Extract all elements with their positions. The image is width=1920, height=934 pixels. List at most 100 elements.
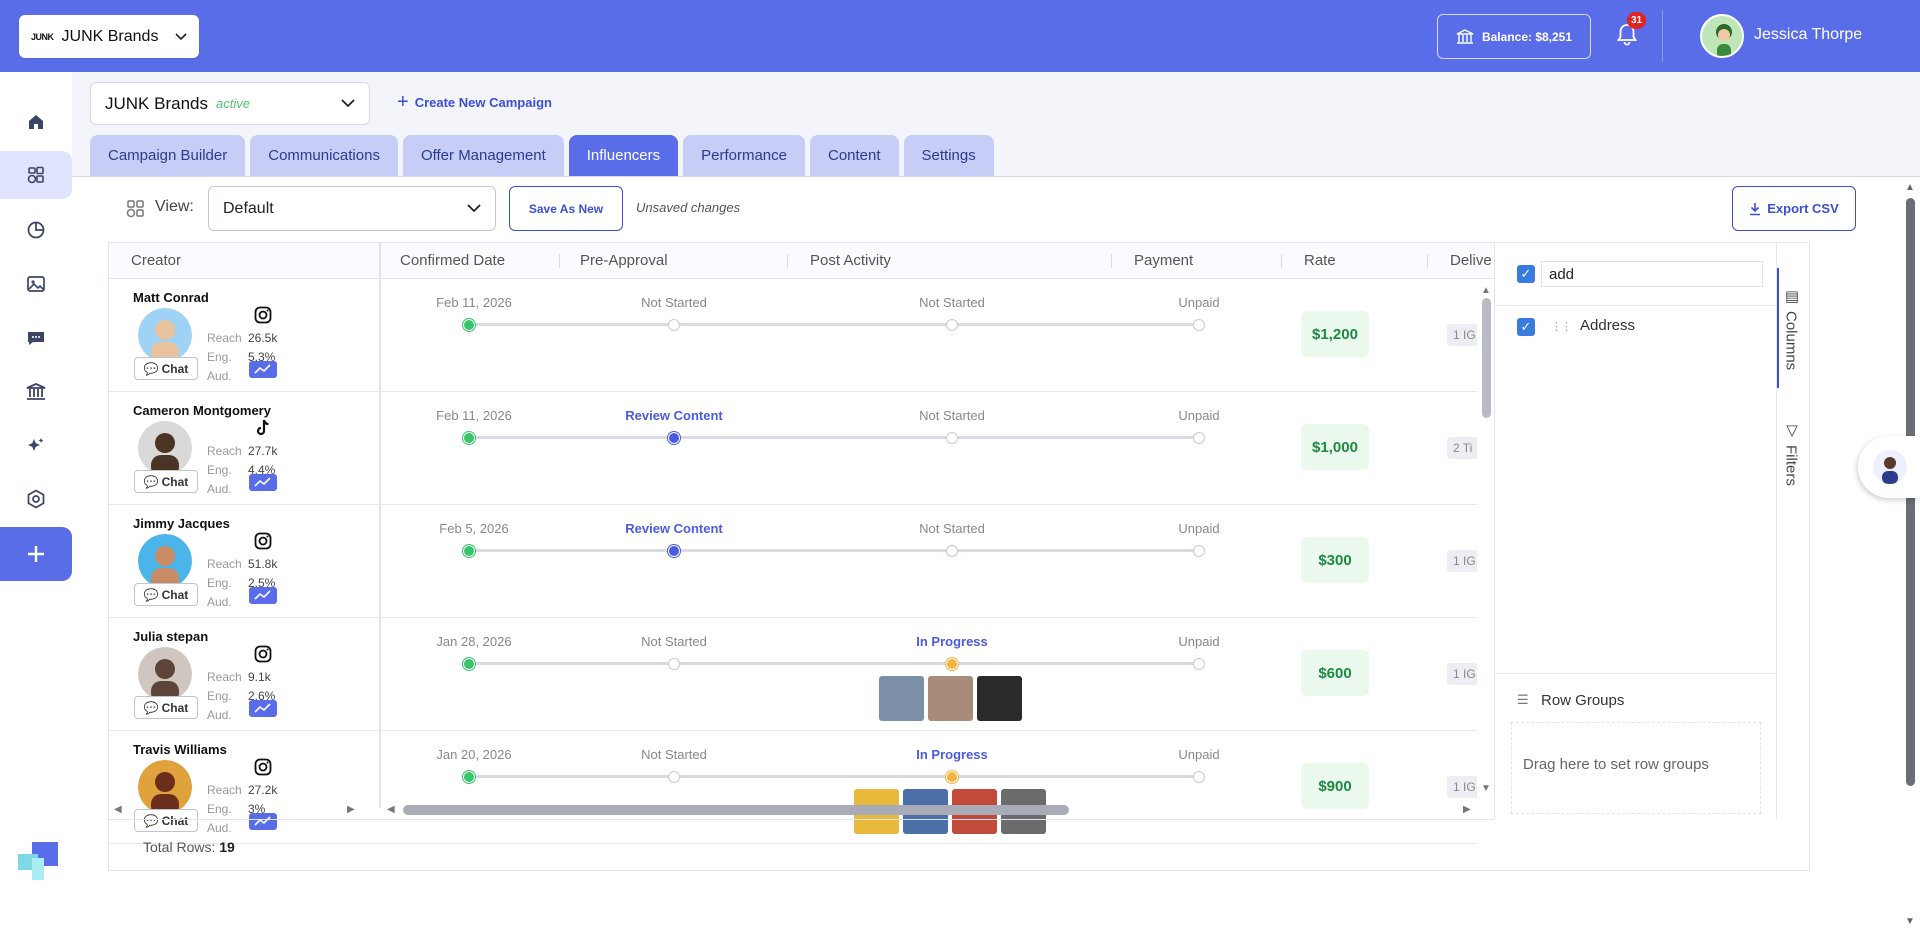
tab-communications[interactable]: Communications xyxy=(250,135,398,176)
tab-filters[interactable]: ▽ Filters xyxy=(1782,421,1801,486)
page-scroll-up-arrow[interactable]: ▲ xyxy=(1905,182,1915,193)
table-row[interactable]: Jimmy Jacques Reach 51.8k Eng. 2.5% Aud. 💬 Chat… xyxy=(109,505,1477,618)
audience-trend-icon[interactable] xyxy=(249,587,277,604)
stage-dot[interactable] xyxy=(1193,432,1205,444)
audience-trend-icon[interactable] xyxy=(249,700,277,717)
content-thumbnail[interactable] xyxy=(879,676,924,721)
sidebar-item-payments[interactable] xyxy=(0,368,72,416)
export-csv-button[interactable]: Export CSV xyxy=(1732,186,1856,231)
create-campaign-button[interactable]: + Create New Campaign xyxy=(397,92,552,112)
sidebar-item-settings[interactable] xyxy=(0,475,72,523)
stage-dot[interactable] xyxy=(1193,771,1205,783)
scroll-right-arrow[interactable]: ▶ xyxy=(1463,804,1471,815)
stage-dot[interactable] xyxy=(463,319,475,331)
page-scroll-down-arrow[interactable]: ▼ xyxy=(1905,916,1915,927)
instagram-icon[interactable] xyxy=(253,644,273,664)
stage-dot[interactable] xyxy=(668,545,680,557)
creator-name[interactable]: Julia stepan xyxy=(133,629,208,644)
tab-performance[interactable]: Performance xyxy=(683,135,805,176)
audience-trend-icon[interactable] xyxy=(249,474,277,491)
creator-name[interactable]: Cameron Montgomery xyxy=(133,403,271,418)
stage-dot[interactable] xyxy=(1193,545,1205,557)
header-rate[interactable]: Rate xyxy=(1304,243,1336,279)
stage-dot[interactable] xyxy=(668,432,680,444)
save-as-new-button[interactable]: Save As New xyxy=(509,186,623,231)
scroll-right-arrow[interactable]: ▶ xyxy=(347,804,355,815)
view-select[interactable]: Default xyxy=(208,186,496,231)
audience-trend-icon[interactable] xyxy=(249,361,277,378)
chat-button[interactable]: 💬 Chat xyxy=(134,470,198,493)
scroll-left-arrow[interactable]: ◀ xyxy=(387,804,395,815)
tab-columns[interactable]: ▤ Columns xyxy=(1782,287,1801,370)
select-all-checkbox[interactable]: ✓ xyxy=(1517,265,1535,283)
tab-influencers[interactable]: Influencers xyxy=(568,135,679,176)
sidebar-item-reports[interactable] xyxy=(0,206,72,254)
stage-dot[interactable] xyxy=(463,658,475,670)
header-confirmed-date[interactable]: Confirmed Date xyxy=(400,243,505,279)
creator-avatar[interactable] xyxy=(138,421,192,475)
balance-button[interactable]: Balance: $8,251 xyxy=(1437,14,1591,59)
stage-dot[interactable] xyxy=(1193,319,1205,331)
stage-dot[interactable] xyxy=(463,432,475,444)
stage-dot[interactable] xyxy=(946,545,958,557)
creator-avatar[interactable] xyxy=(138,760,192,814)
creator-name[interactable]: Travis Williams xyxy=(133,742,227,757)
scroll-left-arrow[interactable]: ◀ xyxy=(114,804,122,815)
grid-horizontal-scroll-thumb[interactable] xyxy=(403,805,1069,815)
campaign-selector[interactable]: JUNK Brands active xyxy=(90,82,370,125)
creator-avatar[interactable] xyxy=(138,308,192,362)
sidebar-item-ai[interactable] xyxy=(0,422,72,470)
sidebar-item-messages[interactable] xyxy=(0,314,72,362)
sidebar-add-button[interactable] xyxy=(0,527,72,581)
tiktok-icon[interactable] xyxy=(253,418,273,438)
tab-campaign-builder[interactable]: Campaign Builder xyxy=(90,135,246,176)
table-row[interactable]: Matt Conrad Reach 26.5k Eng. 5.3% Aud. 💬 Chat Fe… xyxy=(109,279,1477,392)
stage-dot[interactable] xyxy=(1193,658,1205,670)
content-thumbnail[interactable] xyxy=(977,676,1022,721)
stage-dot[interactable] xyxy=(668,319,680,331)
scroll-up-arrow[interactable]: ▲ xyxy=(1481,285,1491,296)
header-pre-approval[interactable]: Pre-Approval xyxy=(580,243,668,279)
instagram-icon[interactable] xyxy=(253,757,273,777)
sidebar-item-media[interactable] xyxy=(0,260,72,308)
user-avatar[interactable] xyxy=(1700,14,1744,58)
creator-name[interactable]: Jimmy Jacques xyxy=(133,516,230,531)
header-deliverables[interactable]: Delive xyxy=(1450,243,1492,279)
tab-offer-management[interactable]: Offer Management xyxy=(402,135,564,176)
stage-dot[interactable] xyxy=(668,771,680,783)
creator-avatar[interactable] xyxy=(138,534,192,588)
column-search-input[interactable] xyxy=(1541,261,1763,287)
table-row[interactable]: Cameron Montgomery Reach 27.7k Eng. 4.4% Aud.… xyxy=(109,392,1477,505)
stage-dot[interactable] xyxy=(946,319,958,331)
support-chat-launcher[interactable] xyxy=(1858,436,1920,498)
instagram-icon[interactable] xyxy=(253,305,273,325)
chat-button[interactable]: 💬 Chat xyxy=(134,809,198,832)
grid-vertical-scroll-thumb[interactable] xyxy=(1482,298,1491,418)
brand-selector[interactable]: JUNK JUNK Brands xyxy=(19,15,199,58)
stage-dot[interactable] xyxy=(946,658,958,670)
header-creator[interactable]: Creator xyxy=(131,243,181,279)
table-row[interactable]: Travis Williams Reach 27.2k Eng. 3% Aud. 💬 Chat… xyxy=(109,731,1477,844)
stage-dot[interactable] xyxy=(946,771,958,783)
chat-button[interactable]: 💬 Chat xyxy=(134,696,198,719)
content-thumbnail[interactable] xyxy=(928,676,973,721)
instagram-icon[interactable] xyxy=(253,531,273,551)
creator-avatar[interactable] xyxy=(138,647,192,701)
sidebar-item-campaigns[interactable] xyxy=(0,151,72,199)
drag-handle-icon[interactable]: ⋮⋮ xyxy=(1551,320,1572,333)
audience-trend-icon[interactable] xyxy=(249,813,277,830)
header-payment[interactable]: Payment xyxy=(1134,243,1193,279)
creator-name[interactable]: Matt Conrad xyxy=(133,290,209,305)
sidebar-item-home[interactable] xyxy=(0,98,72,146)
tab-settings[interactable]: Settings xyxy=(903,135,994,176)
stage-dot[interactable] xyxy=(463,545,475,557)
address-column-checkbox[interactable]: ✓ xyxy=(1517,318,1535,336)
stage-dot[interactable] xyxy=(946,432,958,444)
chat-button[interactable]: 💬 Chat xyxy=(134,357,198,380)
tab-content[interactable]: Content xyxy=(810,135,899,176)
stage-dot[interactable] xyxy=(668,658,680,670)
chat-button[interactable]: 💬 Chat xyxy=(134,583,198,606)
stage-dot[interactable] xyxy=(463,771,475,783)
table-row[interactable]: Julia stepan Reach 9.1k Eng. 2.6% Aud. 💬 Chat Ja… xyxy=(109,618,1477,731)
header-post-activity[interactable]: Post Activity xyxy=(810,243,891,279)
